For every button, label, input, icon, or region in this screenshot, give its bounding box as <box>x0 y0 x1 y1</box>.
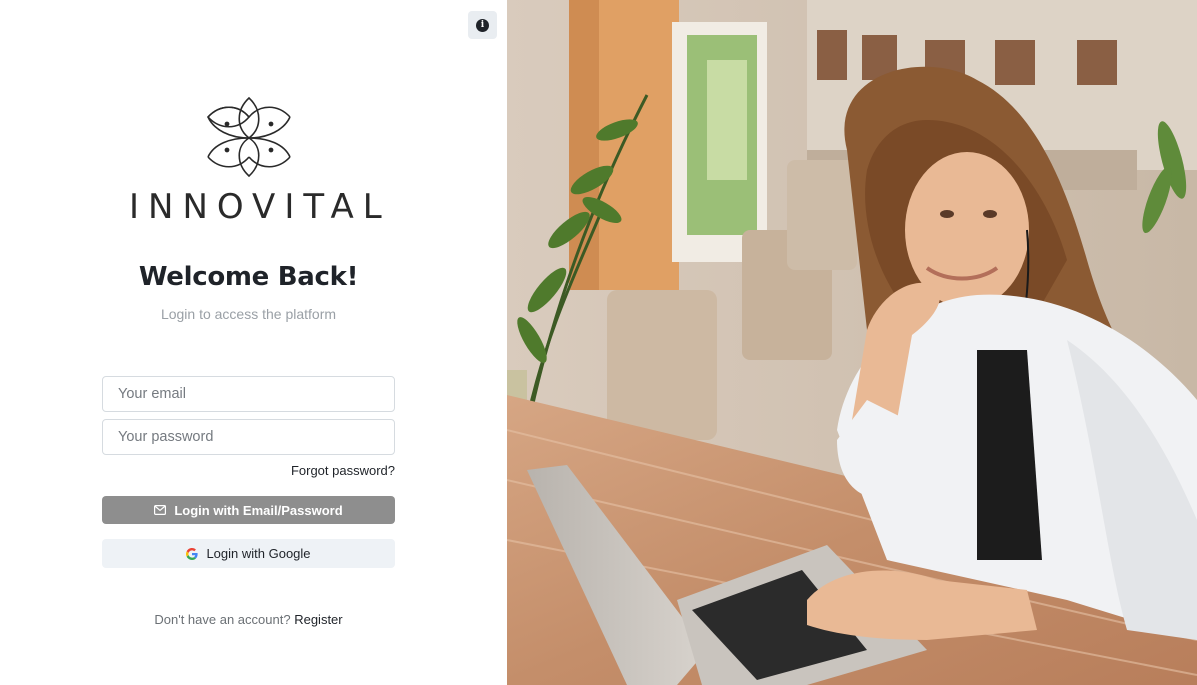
register-prompt-text: Don't have an account? <box>154 612 291 627</box>
email-input[interactable] <box>102 376 395 412</box>
lotus-logo-icon <box>206 96 291 178</box>
forgot-password-link[interactable]: Forgot password? <box>240 463 395 478</box>
login-panel: i INNOVITAL Welcome Back! Login to acces… <box>0 0 507 685</box>
login-google-button[interactable]: Login with Google <box>102 539 395 568</box>
google-icon <box>186 547 199 560</box>
info-button[interactable]: i <box>468 11 497 39</box>
login-email-button[interactable]: Login with Email/Password <box>102 496 395 524</box>
login-google-label: Login with Google <box>206 546 311 561</box>
hero-photo-illustration <box>507 0 1197 685</box>
hero-photo <box>507 0 1197 685</box>
register-prompt: Don't have an account? Register <box>0 612 497 627</box>
page-title: Welcome Back! <box>138 262 359 292</box>
login-email-label: Login with Email/Password <box>174 502 343 518</box>
brand-name: INNOVITAL <box>129 187 391 227</box>
mail-icon <box>154 505 167 515</box>
password-input[interactable] <box>102 419 395 455</box>
page-subtitle: Login to access the platform <box>160 306 337 322</box>
register-link[interactable]: Register <box>294 612 342 627</box>
info-icon: i <box>476 18 489 32</box>
brand-logo: INNOVITAL <box>120 94 391 227</box>
